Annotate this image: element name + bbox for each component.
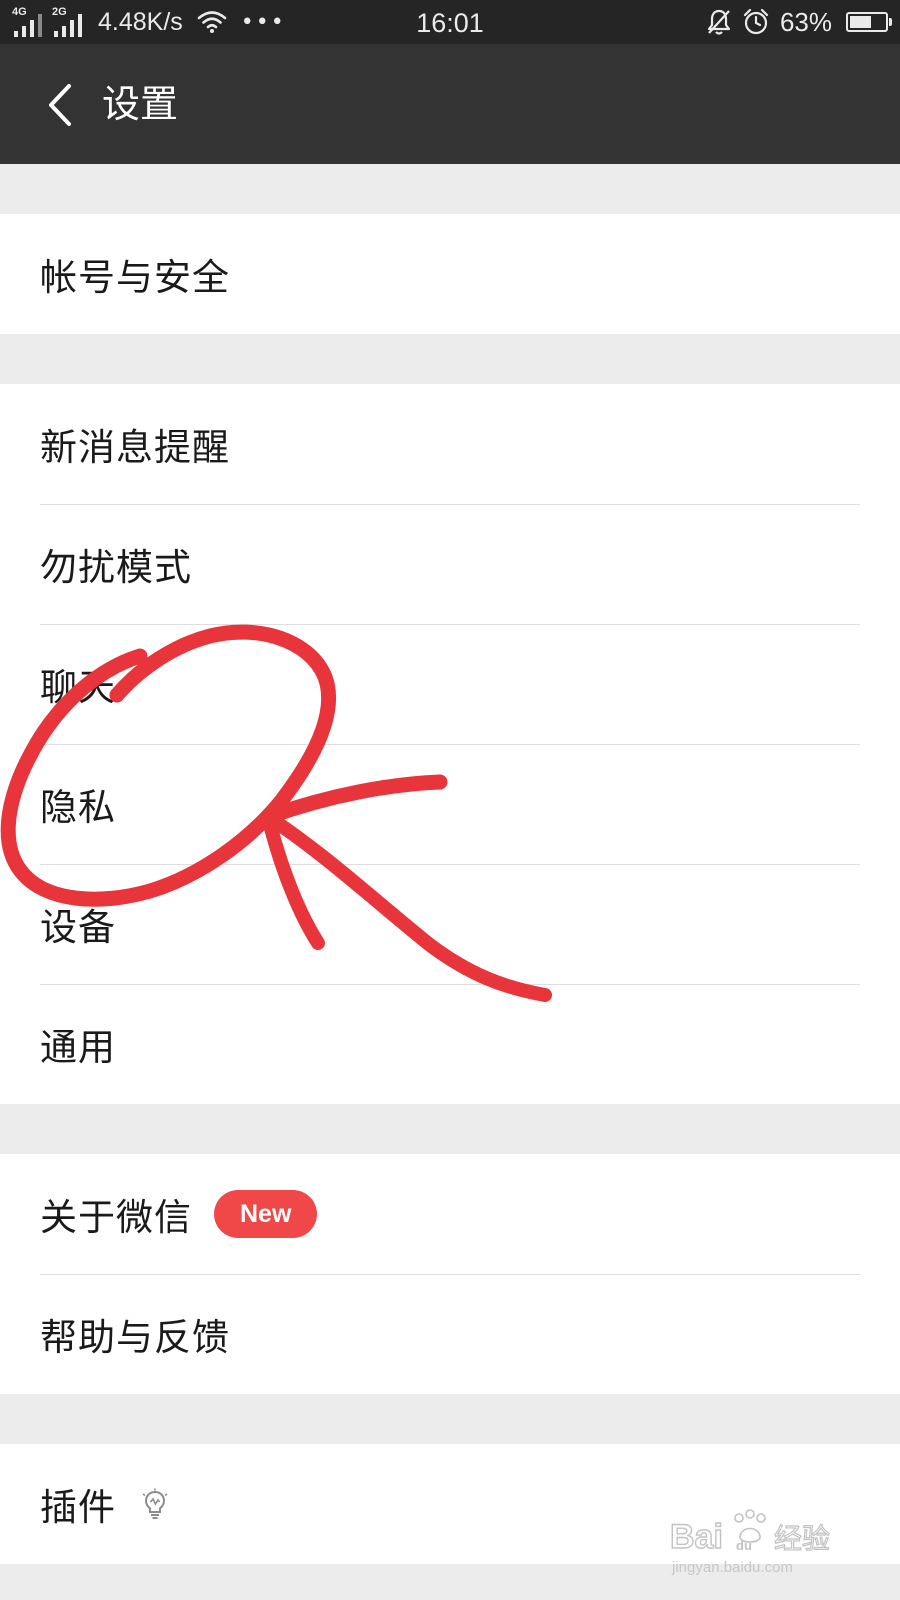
section-gap	[0, 1104, 900, 1154]
settings-item-general[interactable]: 通用	[0, 984, 900, 1104]
section-gap	[0, 1394, 900, 1444]
bell-muted-icon	[706, 8, 732, 36]
settings-item-label: 设备	[40, 906, 116, 949]
baidu-watermark-logo: Bai du 经验 jingyan.baidu.com	[670, 1509, 831, 1576]
network-speed: 4.48K/s	[98, 7, 183, 36]
new-badge: New	[214, 1190, 318, 1238]
svg-text:经验: 经验	[774, 1522, 830, 1555]
alarm-clock-icon	[742, 8, 770, 36]
status-right: 63%	[706, 0, 892, 44]
section-gap	[0, 164, 900, 214]
status-left: 4G 2G 4.48K/s •••	[12, 0, 286, 44]
battery-fill	[850, 16, 871, 28]
svg-text:jingyan.baidu.com: jingyan.baidu.com	[671, 1559, 793, 1576]
battery-percent: 63%	[779, 6, 832, 37]
section-gap	[0, 334, 900, 384]
settings-item-help-feedback[interactable]: 帮助与反馈	[0, 1274, 900, 1394]
signal-1-icon: 4G	[12, 7, 46, 37]
chevron-left-icon	[49, 84, 71, 126]
settings-item-label: 隐私	[40, 786, 116, 829]
settings-group-about: 关于微信 New 帮助与反馈	[0, 1154, 900, 1394]
settings-item-new-message-alerts[interactable]: 新消息提醒	[0, 384, 900, 504]
settings-item-about-wechat[interactable]: 关于微信 New	[0, 1154, 900, 1274]
svg-text:Bai: Bai	[670, 1518, 723, 1556]
settings-item-label: 聊天	[40, 666, 116, 709]
settings-item-label: 帮助与反馈	[40, 1316, 230, 1359]
settings-list: 帐号与安全 新消息提醒 勿扰模式 聊天 隐私 设备 通用 关于微信 New 帮助…	[0, 164, 900, 1600]
back-button[interactable]	[24, 70, 94, 140]
settings-group-account: 帐号与安全	[0, 214, 900, 334]
settings-item-label: 新消息提醒	[40, 426, 230, 469]
settings-item-privacy[interactable]: 隐私	[0, 744, 900, 864]
settings-item-account-security[interactable]: 帐号与安全	[0, 214, 900, 334]
settings-item-chat[interactable]: 聊天	[0, 624, 900, 744]
settings-item-do-not-disturb[interactable]: 勿扰模式	[0, 504, 900, 624]
title-bar: 设置	[0, 44, 900, 164]
more-notifications-icon: •••	[240, 9, 286, 35]
wifi-icon	[197, 10, 227, 34]
bulb-icon	[138, 1487, 172, 1521]
status-bar: 4G 2G 4.48K/s ••• 16:01 63%	[0, 0, 900, 44]
signal-2-icon: 2G	[52, 7, 86, 37]
battery-icon	[846, 12, 892, 32]
svg-text:du: du	[736, 1538, 752, 1553]
settings-item-devices[interactable]: 设备	[0, 864, 900, 984]
page-title: 设置	[102, 82, 179, 126]
settings-screen: 4G 2G 4.48K/s ••• 16:01 63% 设置 帐号与安全 新消息…	[0, 0, 900, 1600]
settings-item-label: 帐号与安全	[40, 256, 230, 299]
settings-item-label: 关于微信	[40, 1196, 192, 1239]
settings-item-label: 勿扰模式	[40, 546, 192, 589]
settings-item-label: 通用	[40, 1026, 116, 1069]
settings-item-label: 插件	[40, 1486, 116, 1529]
settings-group-preferences: 新消息提醒 勿扰模式 聊天 隐私 设备 通用	[0, 384, 900, 1104]
